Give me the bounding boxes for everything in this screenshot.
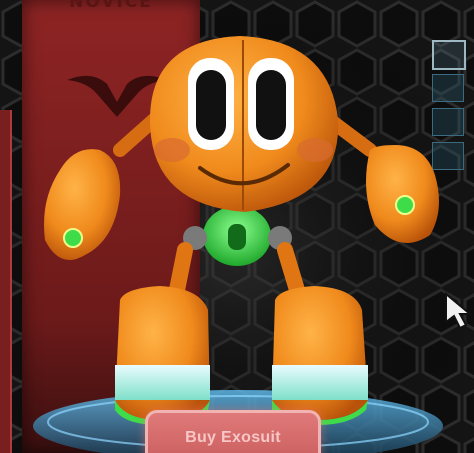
buy-exosuit-button[interactable]: Buy Exosuit — [145, 410, 321, 453]
game-scene: NOVICE Buy Exosuit — [0, 0, 474, 453]
pointer-cursor-icon — [445, 292, 472, 330]
exosuit-robot — [44, 36, 439, 425]
buy-exosuit-label: Buy Exosuit — [185, 429, 281, 446]
